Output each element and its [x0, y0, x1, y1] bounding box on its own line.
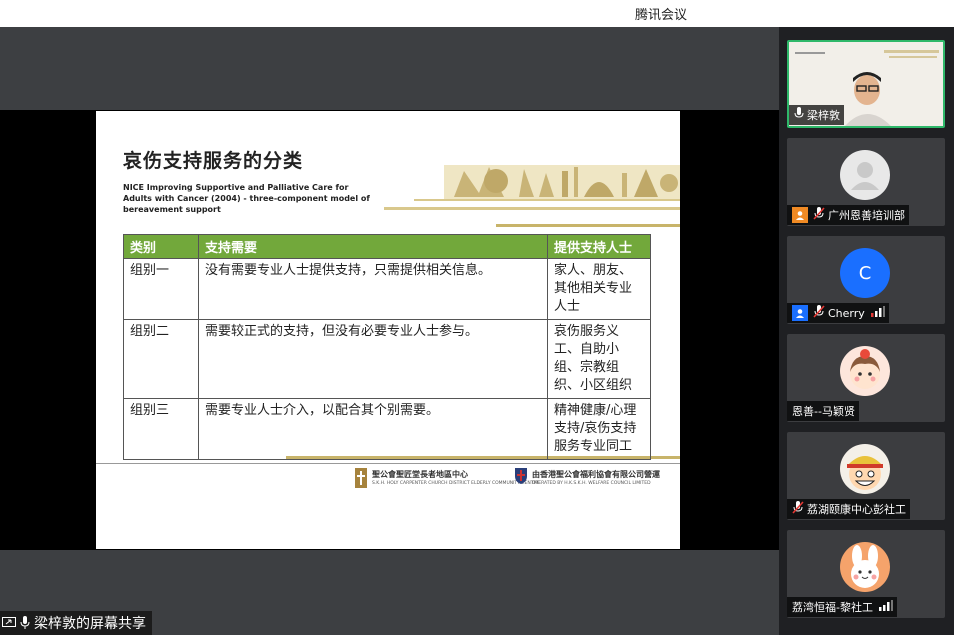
participant-nametag: Cherry [787, 303, 889, 323]
church-emblem-icon [355, 468, 367, 488]
avatar-initial: C [858, 262, 872, 284]
table-cell: 组别三 [123, 398, 199, 460]
participant-nametag: 恩善--马颖贤 [787, 401, 859, 421]
table-cell: 需要较正式的支持，但没有必要专业人士参与。 [198, 319, 548, 399]
logo-right-english: OPERATED BY H.K.S.K.H. WELFARE COUNCIL L… [532, 481, 651, 486]
initial-avatar: C [840, 248, 890, 298]
muted-microphone-icon [792, 501, 804, 517]
support-category-table: 类别 支持需要 提供支持人士 组别一 没有需要专业人士提供支持，只需提供相关信息… [123, 234, 651, 460]
shared-slide: 哀伤支持服务的分类 NICE Improving Supportive and … [96, 111, 680, 549]
table-header-needs: 支持需要 [198, 234, 548, 259]
table-header-provider: 提供支持人士 [547, 234, 651, 259]
participant-name: Cherry [828, 306, 865, 320]
slide-title: 哀伤支持服务的分类 [123, 150, 304, 172]
participant-nametag: 荔湾恒福-黎社工 [787, 597, 897, 617]
slide-subtitle: NICE Improving Supportive and Palliative… [123, 183, 370, 214]
cartoon-rabbit-avatar [840, 542, 890, 592]
muted-microphone-icon [813, 207, 825, 223]
table-row: 组别二 需要较正式的支持，但没有必要专业人士参与。 哀伤服务义工、自助小组、宗教… [123, 319, 651, 399]
participant-tile[interactable]: 荔湾恒福-黎社工 [787, 530, 945, 618]
user-badge-icon [792, 305, 808, 321]
participant-tile[interactable]: 荔湖颐康中心彭社工 [787, 432, 945, 520]
screen-share-indicator[interactable]: 梁梓敦的屏幕共享 [0, 611, 152, 635]
signal-strength-icon [878, 600, 893, 614]
decorative-mural-image [384, 165, 680, 210]
table-header-category: 类别 [123, 234, 199, 259]
participant-tile[interactable]: 恩善--马颖贤 [787, 334, 945, 422]
participant-sidebar: 梁梓敦 广州恩善培训部 C Cherry 恩善--马颖贤 荔湖颐康中心彭社工 荔… [779, 27, 954, 635]
divider-line [96, 463, 680, 464]
cartoon-boy-avatar [840, 444, 890, 494]
default-user-avatar [840, 150, 890, 200]
table-cell: 哀伤服务义工、自助小组、宗教组织、小区组织 [547, 319, 651, 399]
church-centre-logo: 聖公會聖匠堂長者地區中心 S.K.H. HOLY CARPENTER CHURC… [354, 467, 539, 491]
microphone-icon [20, 616, 30, 630]
participant-name: 荔湖颐康中心彭社工 [807, 503, 906, 516]
user-badge-icon [792, 207, 808, 223]
cartoon-girl-avatar [840, 346, 890, 396]
app-title: 腾讯会议 [635, 8, 688, 23]
shield-emblem-icon [515, 468, 527, 484]
table-row: 组别一 没有需要专业人士提供支持，只需提供相关信息。 家人、朋友、其他相关专业人… [123, 258, 651, 320]
participant-tile[interactable]: 广州恩善培训部 [787, 138, 945, 226]
table-cell: 需要专业人士介入，以配合其个别需要。 [198, 398, 548, 460]
welfare-council-logo: 由香港聖公會福利協會有限公司營運 OPERATED BY H.K.S.K.H. … [514, 467, 676, 491]
signal-strength-icon [870, 306, 885, 320]
participant-tile-video[interactable]: 梁梓敦 [787, 40, 945, 128]
table-row: 组别三 需要专业人士介入，以配合其个别需要。 精神健康/心理支持/哀伤支持服务专… [123, 398, 651, 460]
microphone-icon [794, 107, 804, 123]
screen-share-icon [2, 617, 16, 629]
participant-nametag: 广州恩善培训部 [787, 205, 909, 225]
table-cell: 组别一 [123, 258, 199, 320]
table-cell: 没有需要专业人士提供支持，只需提供相关信息。 [198, 258, 548, 320]
logo-left-text: 聖公會聖匠堂長者地區中心 [372, 470, 468, 479]
participant-name: 广州恩善培训部 [828, 209, 905, 222]
participant-name: 恩善--马颖贤 [792, 405, 855, 418]
table-cell: 组别二 [123, 319, 199, 399]
participant-tile[interactable]: C Cherry [787, 236, 945, 324]
participant-nametag: 荔湖颐康中心彭社工 [787, 499, 910, 519]
table-cell: 精神健康/心理支持/哀伤支持服务专业同工 [547, 398, 651, 460]
table-cell: 家人、朋友、其他相关专业人士 [547, 258, 651, 320]
logo-right-text: 由香港聖公會福利協會有限公司營運 [532, 470, 660, 479]
participant-name: 梁梓敦 [807, 109, 840, 122]
gold-divider-top [496, 224, 680, 227]
participant-name: 荔湾恒福-黎社工 [792, 601, 873, 614]
screen-share-label: 梁梓敦的屏幕共享 [34, 616, 146, 632]
participant-nametag: 梁梓敦 [789, 105, 844, 125]
title-bar: 腾讯会议 [0, 0, 954, 27]
muted-microphone-icon [813, 305, 825, 321]
